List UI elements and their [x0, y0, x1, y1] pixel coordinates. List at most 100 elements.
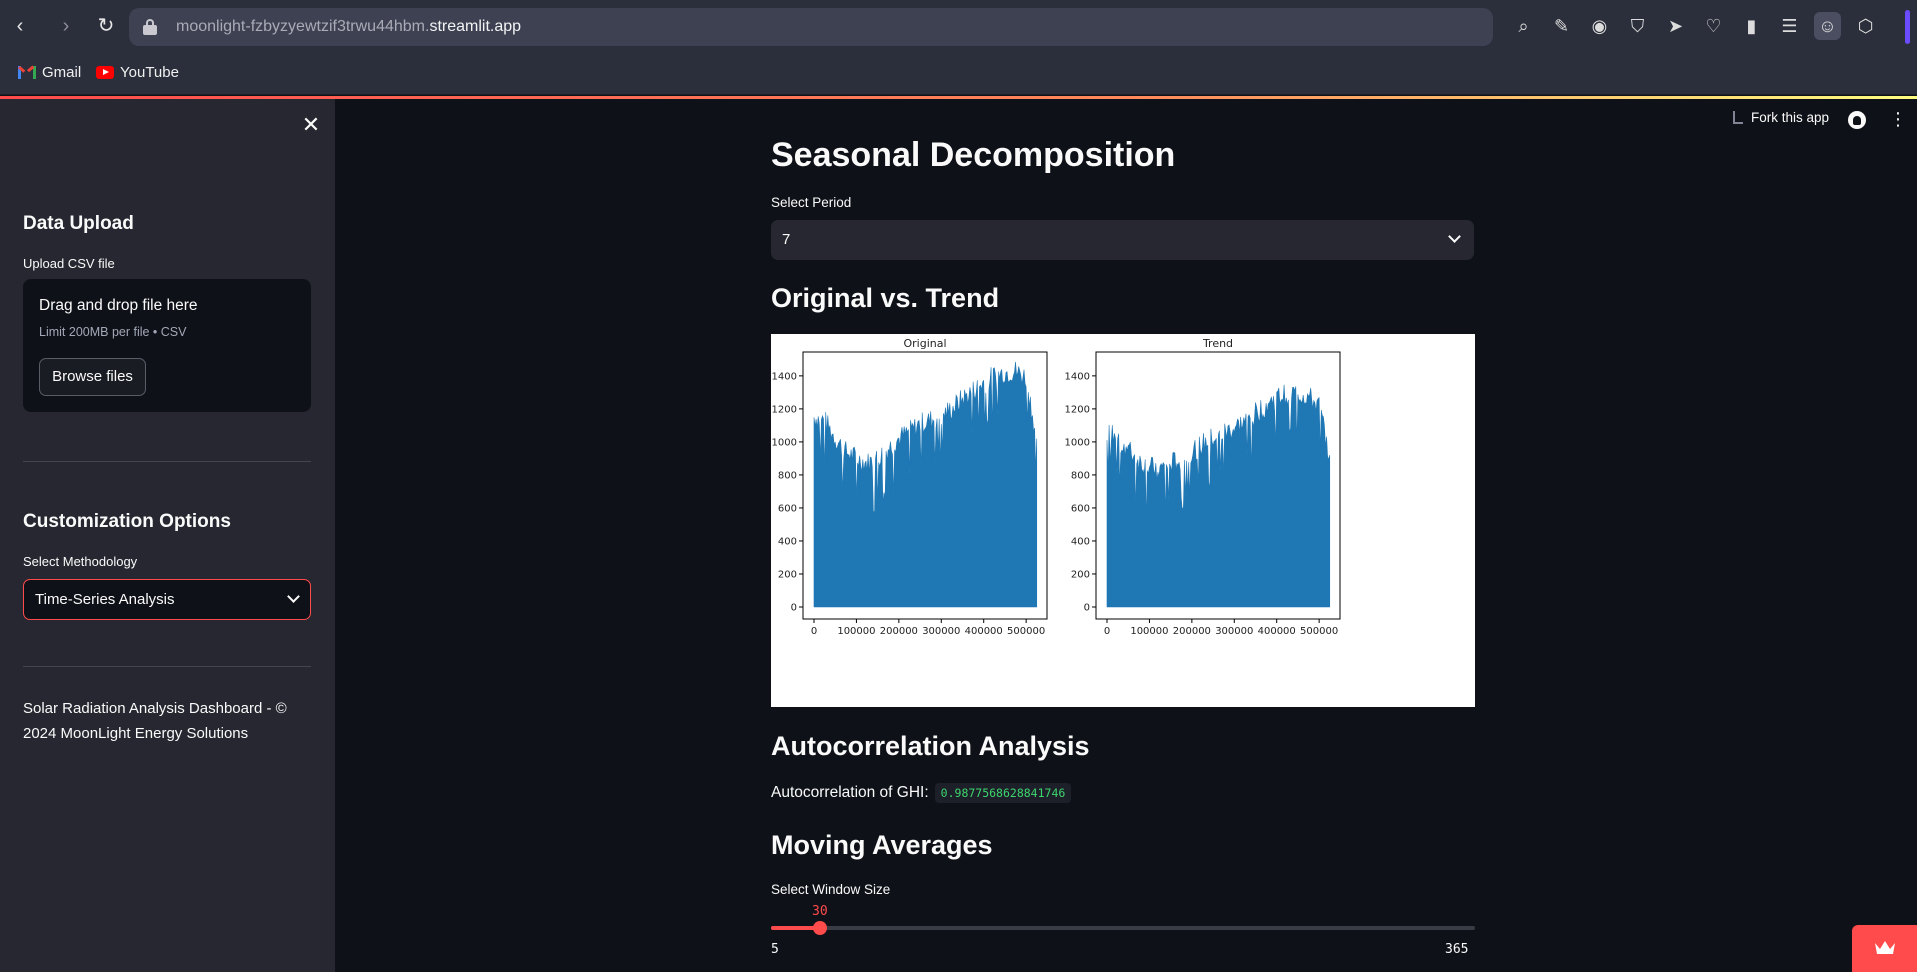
- bookmarks-bar: Gmail YouTube: [0, 53, 1917, 95]
- streamlit-badge-button[interactable]: [1852, 925, 1917, 972]
- divider: [23, 666, 311, 667]
- sidebar-footer: Solar Radiation Analysis Dashboard - © 2…: [23, 700, 287, 742]
- sidebar-toggle-icon[interactable]: ▮: [1738, 12, 1765, 40]
- methodology-select[interactable]: Time-Series Analysis: [23, 579, 311, 620]
- forward-icon[interactable]: ›: [54, 14, 78, 38]
- x-tick-label: 100000: [837, 626, 875, 637]
- trend-heading: Original vs. Trend: [771, 283, 1000, 313]
- heart-icon[interactable]: ♡: [1700, 12, 1727, 40]
- period-select[interactable]: 7: [771, 220, 1474, 260]
- camera-icon[interactable]: ◉: [1586, 12, 1613, 40]
- fork-icon: [1733, 111, 1743, 124]
- upload-label: Upload CSV file: [23, 256, 115, 271]
- y-tick-label: 0: [791, 603, 797, 614]
- chevron-down-icon: [1448, 230, 1461, 243]
- window-size-label: Select Window Size: [771, 882, 891, 897]
- url-domain: streamlit.app: [429, 18, 522, 35]
- y-tick-label: 1200: [1065, 404, 1090, 415]
- y-tick-label: 400: [1071, 536, 1090, 547]
- profile-icon[interactable]: ☺: [1814, 12, 1841, 40]
- crown-icon: [1875, 941, 1895, 954]
- y-tick-label: 0: [1084, 603, 1090, 614]
- edit-icon[interactable]: ✎: [1548, 12, 1575, 40]
- customization-heading: Customization Options: [23, 511, 231, 532]
- slider-value: 30: [812, 904, 828, 919]
- bookmark-label: Gmail: [42, 64, 82, 81]
- fork-label: Fork this app: [1751, 110, 1830, 125]
- settings-sliders-icon[interactable]: ☰: [1776, 12, 1803, 40]
- send-icon[interactable]: ➤: [1662, 12, 1689, 40]
- bookmark-youtube[interactable]: YouTube: [96, 64, 179, 81]
- sidebar: ✕ Data Upload Upload CSV file Drag and d…: [0, 99, 335, 972]
- slider-max: 365: [1445, 942, 1469, 957]
- divider: [23, 461, 311, 462]
- x-tick-label: 500000: [1007, 626, 1045, 637]
- gmail-icon: [18, 65, 36, 79]
- period-value: 7: [782, 231, 791, 248]
- fork-app-button[interactable]: Fork this app: [1733, 110, 1829, 125]
- browser-toolbar: ‹ › ↻ moonlight-fzbyzyewtzif3trwu44hbm.s…: [0, 0, 1917, 53]
- chevron-down-icon: [287, 590, 300, 603]
- y-tick-label: 400: [778, 536, 797, 547]
- x-tick-label: 400000: [1258, 626, 1296, 637]
- moving-averages-heading: Moving Averages: [771, 830, 993, 860]
- y-tick-label: 1000: [772, 437, 797, 448]
- methodology-value: Time-Series Analysis: [35, 591, 175, 608]
- shield-icon[interactable]: ⛉: [1624, 12, 1651, 40]
- autocorrelation-value: 0.9877568628841746: [934, 783, 1072, 803]
- y-tick-label: 1400: [1065, 371, 1090, 382]
- x-tick-label: 200000: [880, 626, 918, 637]
- x-tick-label: 400000: [965, 626, 1003, 637]
- back-icon[interactable]: ‹: [8, 14, 32, 38]
- address-bar[interactable]: moonlight-fzbyzyewtzif3trwu44hbm.streaml…: [129, 8, 1493, 46]
- page-title: Seasonal Decomposition: [771, 136, 1176, 174]
- accent-bar: [1905, 10, 1910, 44]
- browse-files-button[interactable]: Browse files: [39, 358, 146, 396]
- autocorrelation-label: Autocorrelation of GHI:: [771, 784, 929, 801]
- x-tick-label: 500000: [1300, 626, 1338, 637]
- search-page-icon[interactable]: ⌕: [1510, 12, 1537, 40]
- y-tick-label: 1000: [1065, 437, 1090, 448]
- series-area-original: [813, 361, 1038, 608]
- y-tick-label: 600: [778, 503, 797, 514]
- close-sidebar-icon[interactable]: ✕: [299, 113, 323, 137]
- autocorrelation-row: Autocorrelation of GHI: 0.98775686288417…: [771, 783, 1072, 803]
- x-tick-label: 100000: [1130, 626, 1168, 637]
- y-tick-label: 1400: [772, 371, 797, 382]
- autocorrelation-heading: Autocorrelation Analysis: [771, 731, 1090, 761]
- decomposition-plot: Original 0 200 400 600 800 1000 1200 1400 0 100000…: [771, 334, 1475, 707]
- y-tick-label: 800: [1071, 470, 1090, 481]
- streamlit-app: ✕ Data Upload Upload CSV file Drag and d…: [0, 96, 1917, 972]
- youtube-icon: [96, 66, 114, 79]
- x-tick-label: 200000: [1173, 626, 1211, 637]
- lock-icon: [143, 19, 157, 35]
- slider-track[interactable]: [771, 926, 1475, 930]
- reload-icon[interactable]: ↻: [94, 14, 118, 38]
- x-tick-label: 0: [1104, 626, 1110, 637]
- bookmark-label: YouTube: [120, 64, 179, 81]
- y-tick-label: 800: [778, 470, 797, 481]
- chart-title: Original: [903, 337, 946, 350]
- dropzone-title: Drag and drop file here: [39, 297, 198, 314]
- url-prefix: moonlight-fzbyzyewtzif3trwu44hbm.: [176, 18, 430, 35]
- series-area-trend: [1106, 384, 1331, 608]
- extensions-cube-icon[interactable]: ⬡: [1852, 12, 1879, 40]
- x-tick-label: 0: [811, 626, 817, 637]
- y-tick-label: 200: [1071, 569, 1090, 580]
- dropzone-limit: Limit 200MB per file • CSV: [39, 325, 187, 339]
- period-label: Select Period: [771, 195, 852, 210]
- chart-title: Trend: [1202, 337, 1233, 350]
- y-tick-label: 600: [1071, 503, 1090, 514]
- github-icon[interactable]: [1848, 111, 1866, 129]
- slider-thumb[interactable]: [812, 921, 827, 935]
- slider-min: 5: [771, 942, 779, 957]
- main-menu-icon[interactable]: ⋮: [1889, 109, 1907, 129]
- decomposition-chart: Original02004006008001000120014000 100000…: [772, 337, 1341, 637]
- url-text: moonlight-fzbyzyewtzif3trwu44hbm.streaml…: [176, 18, 521, 36]
- x-tick-label: 300000: [1215, 626, 1253, 637]
- bookmark-gmail[interactable]: Gmail: [18, 64, 81, 81]
- methodology-label: Select Methodology: [23, 554, 138, 569]
- data-upload-heading: Data Upload: [23, 213, 134, 234]
- x-tick-label: 300000: [922, 626, 960, 637]
- file-dropzone[interactable]: Drag and drop file here Limit 200MB per …: [23, 279, 311, 412]
